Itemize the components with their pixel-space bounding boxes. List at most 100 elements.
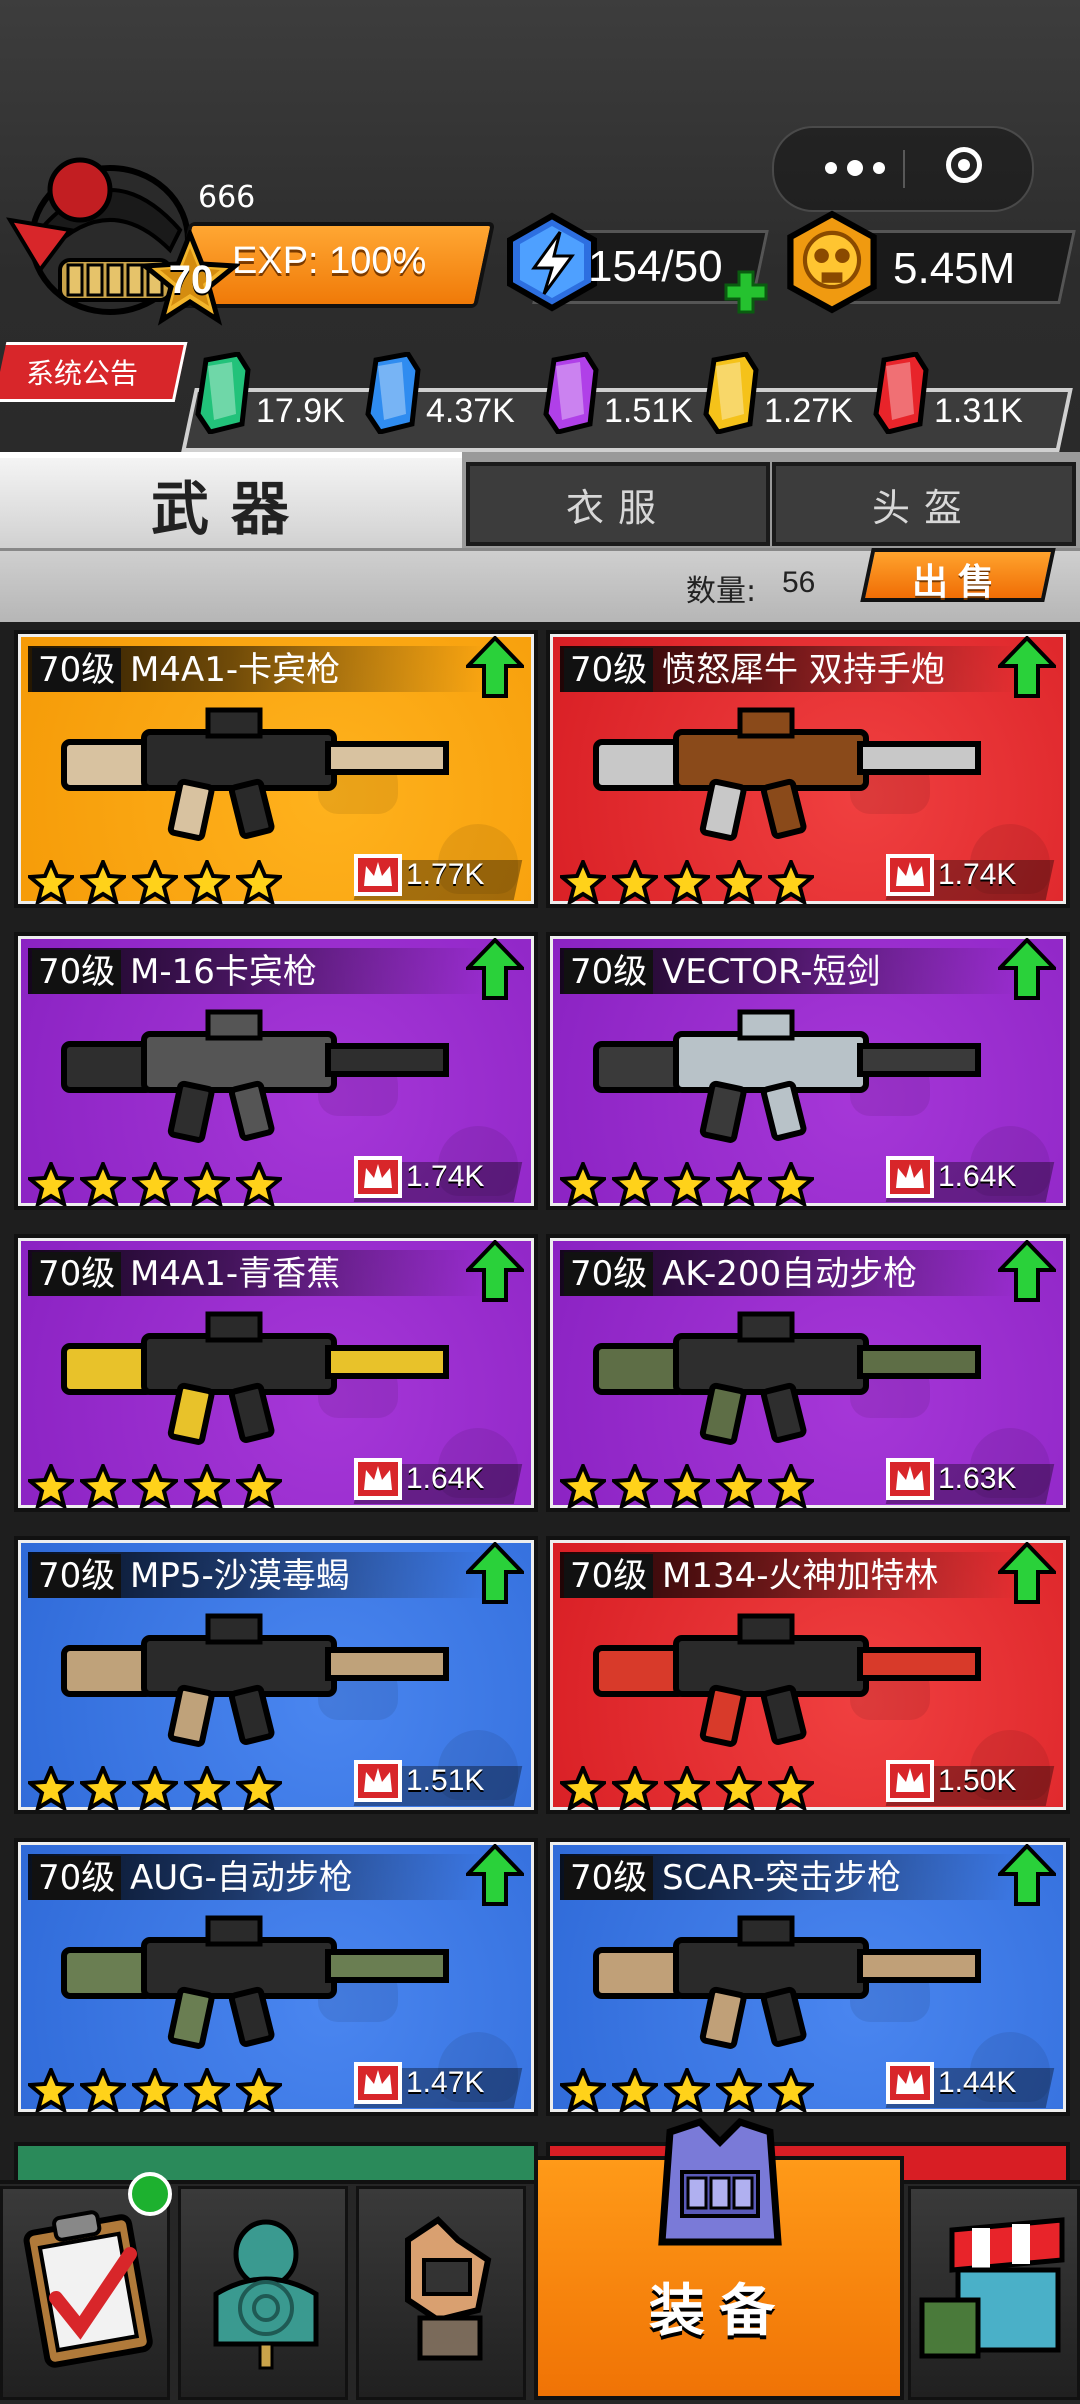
upgrade-arrow-icon[interactable] xyxy=(466,1240,524,1302)
power-crown-icon xyxy=(354,1458,402,1500)
capsule-divider xyxy=(903,150,905,188)
power-crown-icon xyxy=(354,854,402,896)
star-rating xyxy=(28,860,282,904)
power-crown-icon xyxy=(886,854,934,896)
player-name: 666 xyxy=(198,180,256,215)
star-icon xyxy=(716,860,762,904)
upgrade-arrow-icon[interactable] xyxy=(466,1542,524,1604)
star-rating xyxy=(28,1162,282,1206)
power-crown-icon xyxy=(886,1458,934,1500)
upgrade-arrow-icon[interactable] xyxy=(998,636,1056,698)
star-icon xyxy=(716,1162,762,1206)
weapon-name: MP5-沙漠毒蝎 xyxy=(130,1556,350,1596)
star-rating xyxy=(560,1162,814,1206)
star-icon xyxy=(184,1766,230,1810)
star-icon xyxy=(28,1162,74,1206)
star-icon xyxy=(560,1464,606,1508)
weapon-card[interactable]: 70级 M-16卡宾枪 1.74K xyxy=(14,932,538,1210)
star-icon xyxy=(184,860,230,904)
weapon-power: 1.64K xyxy=(938,1160,1017,1193)
power-crown-icon xyxy=(354,1156,402,1198)
weapon-image xyxy=(61,1311,449,1445)
upgrade-arrow-icon[interactable] xyxy=(998,1240,1056,1302)
weapon-card[interactable]: 70级 M134-火神加特林 1.50K xyxy=(546,1536,1070,1814)
weapon-card[interactable]: 70级 MP5-沙漠毒蝎 1.51K xyxy=(14,1536,538,1814)
weapon-level: 70级 xyxy=(564,1856,654,1900)
star-icon xyxy=(664,1162,710,1206)
weapon-card[interactable]: 70级 愤怒犀牛 双持手炮 1.74K xyxy=(546,630,1070,908)
star-icon xyxy=(768,1162,814,1206)
weapon-image xyxy=(593,707,981,841)
exp-label: EXP: 100% xyxy=(232,240,427,282)
star-icon xyxy=(184,1162,230,1206)
weapon-level: 70级 xyxy=(32,1252,122,1296)
player-level: 70 xyxy=(168,258,214,302)
gem-icon xyxy=(873,352,929,434)
tab-weapons[interactable]: 武器 xyxy=(0,452,462,550)
star-icon xyxy=(664,860,710,904)
weapon-card[interactable]: 70级 AUG-自动步枪 1.47K xyxy=(14,1838,538,2116)
star-icon xyxy=(716,2068,762,2112)
tab-helmet[interactable]: 头盔 xyxy=(772,462,1076,546)
star-icon xyxy=(28,1766,74,1810)
weapon-power: 1.50K xyxy=(938,1764,1017,1797)
gem-value: 1.27K xyxy=(764,392,853,430)
weapon-power: 1.51K xyxy=(406,1764,485,1797)
tab-clothes[interactable]: 衣服 xyxy=(466,462,770,546)
star-icon xyxy=(768,1464,814,1508)
weapon-name: M-16卡宾枪 xyxy=(130,952,317,992)
star-rating xyxy=(560,1766,814,1810)
star-icon xyxy=(612,2068,658,2112)
weapon-level: 70级 xyxy=(564,1554,654,1598)
more-menu-icon[interactable] xyxy=(810,158,900,178)
add-energy-icon[interactable] xyxy=(722,268,770,316)
weapon-level: 70级 xyxy=(32,1554,122,1598)
star-icon xyxy=(80,1766,126,1810)
weapon-name: M134-火神加特林 xyxy=(662,1556,939,1596)
close-target-icon[interactable] xyxy=(946,147,982,183)
star-icon xyxy=(132,1766,178,1810)
upgrade-arrow-icon[interactable] xyxy=(998,938,1056,1000)
target-icon xyxy=(213,2219,319,2370)
notification-dot xyxy=(128,2172,172,2216)
weapon-name: VECTOR-短剑 xyxy=(662,952,881,992)
upgrade-arrow-icon[interactable] xyxy=(466,636,524,698)
weapon-card[interactable]: 70级 M4A1-青香蕉 1.64K xyxy=(14,1234,538,1512)
star-icon xyxy=(236,860,282,904)
star-icon xyxy=(236,1766,282,1810)
weapon-power: 1.47K xyxy=(406,2066,485,2099)
energy-value: 154/50 xyxy=(588,242,723,291)
star-icon xyxy=(560,2068,606,2112)
upgrade-arrow-icon[interactable] xyxy=(998,1542,1056,1604)
weapon-image xyxy=(593,1009,981,1143)
upgrade-arrow-icon[interactable] xyxy=(466,938,524,1000)
star-icon xyxy=(768,1766,814,1810)
weapon-level: 70级 xyxy=(564,1252,654,1296)
weapon-image xyxy=(593,1311,981,1445)
shop-icon xyxy=(919,2217,1065,2359)
star-icon xyxy=(184,2068,230,2112)
count-label: 数量: xyxy=(686,574,757,609)
star-rating xyxy=(28,1464,282,1508)
weapon-power: 1.44K xyxy=(938,2066,1017,2099)
armor-vest-icon xyxy=(658,2117,782,2246)
weapon-card[interactable]: 70级 AK-200自动步枪 1.63K xyxy=(546,1234,1070,1512)
star-icon xyxy=(184,1464,230,1508)
weapon-card[interactable]: 70级 SCAR-突击步枪 1.44K xyxy=(546,1838,1070,2116)
upgrade-arrow-icon[interactable] xyxy=(466,1844,524,1906)
skull-coin-icon xyxy=(787,210,877,314)
weapon-image xyxy=(61,707,449,841)
weapon-power: 1.64K xyxy=(406,1462,485,1495)
weapon-power: 1.74K xyxy=(406,1160,485,1193)
upgrade-arrow-icon[interactable] xyxy=(998,1844,1056,1906)
star-icon xyxy=(768,860,814,904)
star-icon xyxy=(236,1464,282,1508)
weapon-card[interactable]: 70级 M4A1-卡宾枪 1.77K xyxy=(14,630,538,908)
glove-icon xyxy=(405,2216,492,2361)
power-crown-icon xyxy=(354,2062,402,2104)
weapon-card[interactable]: 70级 VECTOR-短剑 1.64K xyxy=(546,932,1070,1210)
weapon-power: 1.77K xyxy=(406,858,485,891)
weapon-level: 70级 xyxy=(32,648,122,692)
star-icon xyxy=(80,2068,126,2112)
star-icon xyxy=(80,1464,126,1508)
